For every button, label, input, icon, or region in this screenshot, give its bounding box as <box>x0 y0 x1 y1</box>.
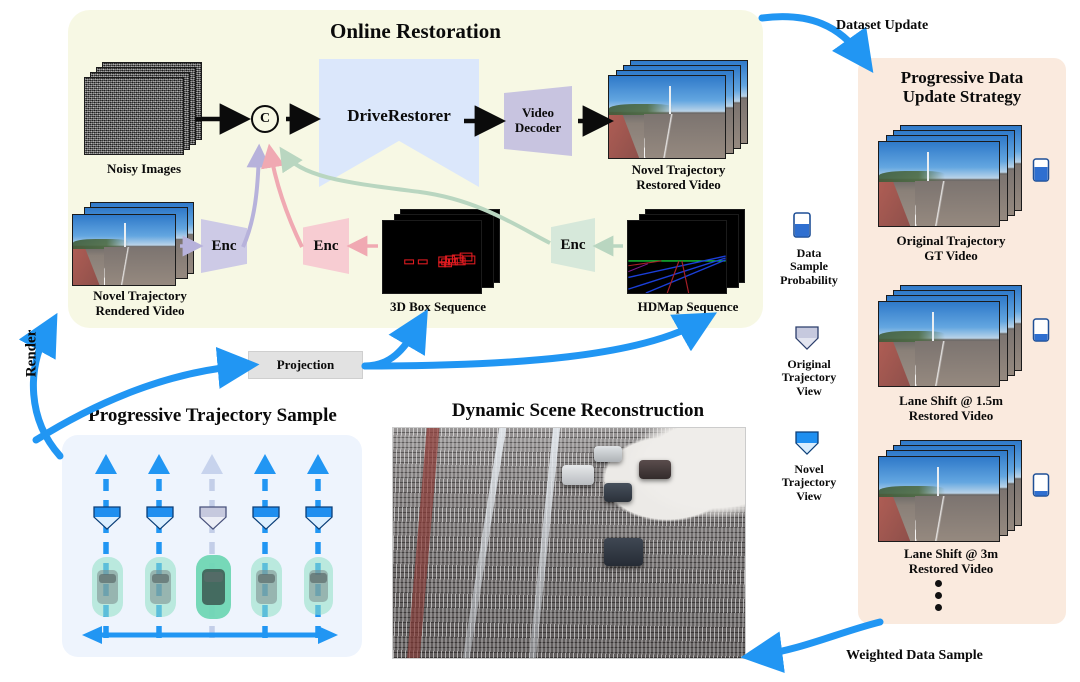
novel-rendered-video-stack <box>72 202 202 292</box>
beaker-icon-1 <box>1031 317 1051 343</box>
trajectory-car-1 <box>92 557 123 617</box>
pdu-ellipsis <box>935 580 942 611</box>
pdu2-frame-front <box>878 456 1000 542</box>
encoder-3dbox: Enc <box>303 218 349 274</box>
noisy-images-label: Noisy Images <box>106 161 182 176</box>
camera-frustum-lane-3 <box>198 505 228 531</box>
trajectory-span-arrow <box>82 624 338 646</box>
label-dataset-update: Dataset Update <box>836 18 929 33</box>
legend-label-original-trajectory-view: Original Trajectory View <box>781 357 837 398</box>
beaker-icon-2 <box>1031 472 1051 498</box>
pdu0-frame-front <box>878 141 1000 227</box>
encoder-3dbox-label: Enc <box>313 237 339 254</box>
pointcloud-car-3 <box>604 483 633 502</box>
restored-frame-front <box>608 75 726 159</box>
panel-online-title: Online Restoration <box>330 19 501 43</box>
encoder-hdmap-label: Enc <box>560 236 586 253</box>
rendered-frame-front <box>72 214 176 286</box>
projection-box: Projection <box>248 351 363 379</box>
panel-progressive-update-title: Progressive Data Update Strategy <box>900 68 1024 107</box>
trajectory-car-2 <box>145 557 176 617</box>
pointcloud-car-4 <box>639 460 672 479</box>
noisy-images-stack <box>84 62 202 155</box>
legend-label-data-sample-probability: Data Sample Probability <box>780 246 838 287</box>
panel-trajectory-sample-title: Progressive Trajectory Sample <box>88 405 337 426</box>
ellipsis-dot-2 <box>935 592 942 599</box>
pdu-label-2: Lane Shift @ 3m Restored Video <box>903 546 999 576</box>
pointcloud-car-1 <box>561 464 594 486</box>
hdmap-sequence-label: HDMap Sequence <box>637 299 739 314</box>
concat-node: C <box>251 105 279 133</box>
camera-frustum-lane-4 <box>251 505 281 531</box>
camera-frustum-icon-novel <box>793 430 821 456</box>
label-weighted-data-sample: Weighted Data Sample <box>846 648 983 663</box>
pdu-video-stack-1 <box>878 285 1028 389</box>
pointcloud-lane-line-mid <box>528 428 560 658</box>
arrow-projection-to-hdmap <box>361 312 718 370</box>
novel-restored-video-label: Novel Trajectory Restored Video <box>631 162 726 192</box>
arrow-projection-to-3dbox <box>361 309 428 370</box>
ellipsis-dot-1 <box>935 580 942 587</box>
trajectory-car-4 <box>251 557 282 617</box>
video-decoder-block: Video Decoder <box>504 86 572 156</box>
encoder-rendered-video-label: Enc <box>211 237 237 254</box>
hdmap-sequence-stack <box>627 209 753 299</box>
pointcloud-lane-line-left <box>462 428 507 658</box>
drive-restorer-label: DriveRestorer <box>347 106 451 125</box>
trajectory-car-5 <box>304 557 333 615</box>
box-sequence-stack <box>382 209 508 299</box>
legend-label-novel-trajectory-view: Novel Trajectory View <box>781 462 837 503</box>
pdu-label-1: Lane Shift @ 1.5m Restored Video <box>899 393 1003 423</box>
concat-symbol: C <box>259 111 271 126</box>
video-decoder-label: Video Decoder <box>514 105 562 135</box>
beaker-icon <box>791 211 813 239</box>
panel-scene-reconstruction-title: Dynamic Scene Reconstruction <box>451 400 705 421</box>
projection-label: Projection <box>276 357 335 372</box>
beaker-icon-0 <box>1031 157 1051 183</box>
box-sequence-label: 3D Box Sequence <box>389 299 487 314</box>
box-frame-front <box>382 220 482 294</box>
camera-frustum-icon-original <box>793 325 821 351</box>
hdmap-frame-front <box>627 220 727 294</box>
ellipsis-dot-3 <box>935 604 942 611</box>
pdu-label-0: Original Trajectory GT Video <box>896 233 1006 263</box>
pointcloud-car-5 <box>604 538 643 566</box>
label-render: Render <box>23 329 40 378</box>
noisy-frame-front <box>84 77 184 155</box>
novel-rendered-video-label: Novel Trajectory Rendered Video <box>93 288 187 318</box>
encoder-rendered-video: Enc <box>201 219 247 273</box>
trajectory-car-3 <box>196 555 231 619</box>
pdu-video-stack-0 <box>878 125 1028 229</box>
pdu-video-stack-2 <box>878 440 1028 544</box>
arrow-trajsample-to-projection <box>32 346 260 444</box>
pointcloud-car-2 <box>593 446 622 463</box>
camera-frustum-lane-1 <box>92 505 122 531</box>
camera-frustum-lane-2 <box>145 505 175 531</box>
figure-canvas: Online Restoration Progressive Data Upda… <box>0 0 1080 682</box>
camera-frustum-lane-5 <box>304 505 334 531</box>
dynamic-scene-pointcloud <box>392 427 746 659</box>
pdu1-frame-front <box>878 301 1000 387</box>
novel-restored-video-stack <box>608 60 748 160</box>
pointcloud-bus-lane <box>407 428 440 658</box>
encoder-hdmap: Enc <box>551 218 595 272</box>
